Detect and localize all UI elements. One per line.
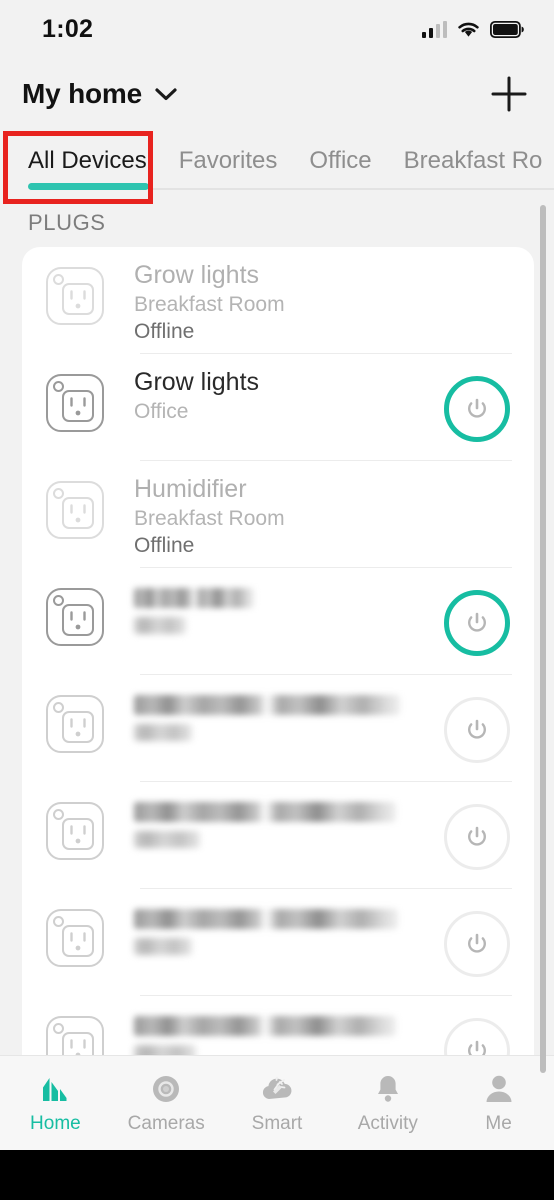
power-toggle-button[interactable] bbox=[444, 697, 510, 763]
device-room: Breakfast Room bbox=[134, 507, 285, 530]
power-toggle-button[interactable] bbox=[444, 911, 510, 977]
redacted-device-room bbox=[134, 938, 192, 955]
power-icon bbox=[468, 826, 486, 846]
nav-label: Cameras bbox=[127, 1113, 205, 1134]
device-status: Offline bbox=[134, 534, 195, 557]
power-toggle-button[interactable] bbox=[444, 804, 510, 870]
plug-icon bbox=[46, 588, 104, 646]
nav-item-activity[interactable]: Activity bbox=[332, 1071, 443, 1135]
bell-icon bbox=[377, 1076, 398, 1102]
home-selector-button[interactable]: My home bbox=[22, 78, 178, 110]
nav-label: Smart bbox=[251, 1113, 303, 1134]
device-info: Grow lights Office bbox=[134, 354, 444, 425]
device-row[interactable]: Humidifier Breakfast Room Offline bbox=[22, 461, 534, 568]
device-row[interactable] bbox=[22, 675, 534, 782]
device-status: Offline bbox=[134, 320, 195, 343]
device-info: Humidifier Breakfast Room Offline bbox=[134, 461, 444, 559]
device-name: Humidifier bbox=[134, 475, 247, 503]
bottom-navigation-bar: Home Cameras Smart Activity Me bbox=[0, 1055, 554, 1150]
plug-icon bbox=[46, 802, 104, 860]
power-icon bbox=[468, 398, 486, 418]
device-info: Grow lights Breakfast Room Offline bbox=[134, 247, 444, 345]
tab-label: Breakfast Ro bbox=[403, 147, 543, 174]
power-icon bbox=[468, 933, 486, 953]
nav-label: Activity bbox=[357, 1113, 418, 1134]
wifi-icon bbox=[458, 22, 479, 37]
device-info bbox=[134, 889, 444, 955]
nav-item-cameras[interactable]: Cameras bbox=[111, 1071, 222, 1135]
tab-favorites[interactable]: Favorites bbox=[163, 144, 294, 178]
redacted-device-room bbox=[134, 831, 200, 848]
device-info bbox=[134, 568, 444, 634]
redacted-device-name bbox=[134, 695, 400, 715]
device-row[interactable] bbox=[22, 568, 534, 675]
app-header: My home bbox=[0, 58, 554, 130]
device-room: Office bbox=[134, 400, 189, 423]
tab-all-devices[interactable]: All Devices bbox=[24, 144, 163, 190]
power-icon bbox=[468, 719, 486, 739]
tab-label: Favorites bbox=[178, 147, 278, 174]
nav-item-me[interactable]: Me bbox=[443, 1071, 554, 1135]
nav-label: Home bbox=[30, 1113, 81, 1134]
home-indicator-area bbox=[0, 1150, 554, 1200]
tab-active-underline bbox=[28, 183, 149, 190]
tab-label: All Devices bbox=[28, 147, 147, 174]
plug-icon bbox=[46, 481, 104, 539]
tab-breakfast-room[interactable]: Breakfast Ro bbox=[388, 144, 554, 178]
status-bar: 1:02 bbox=[0, 0, 554, 58]
device-info bbox=[134, 675, 444, 741]
power-icon bbox=[468, 612, 486, 632]
battery-full-icon bbox=[490, 20, 524, 38]
redacted-device-name bbox=[134, 802, 396, 822]
home-icon bbox=[43, 1078, 67, 1101]
section-header-plugs: PLUGS bbox=[28, 210, 106, 235]
redacted-device-name bbox=[134, 909, 398, 929]
smart-cloud-icon bbox=[262, 1076, 292, 1099]
plug-icon bbox=[46, 695, 104, 753]
power-toggle-button[interactable] bbox=[444, 590, 510, 656]
status-time: 1:02 bbox=[42, 14, 94, 43]
page-title: My home bbox=[22, 78, 142, 109]
device-row[interactable]: Grow lights Breakfast Room Offline bbox=[22, 247, 534, 354]
plug-icon bbox=[46, 267, 104, 325]
status-icons bbox=[421, 20, 525, 39]
redacted-device-room bbox=[134, 724, 192, 741]
chevron-down-icon bbox=[155, 87, 177, 100]
nav-item-home[interactable]: Home bbox=[0, 1071, 111, 1135]
plus-icon[interactable] bbox=[490, 75, 528, 113]
camera-icon bbox=[153, 1076, 180, 1102]
device-name: Grow lights bbox=[134, 261, 260, 289]
device-list: Grow lights Breakfast Room Offline Grow … bbox=[22, 247, 534, 1077]
device-row[interactable] bbox=[22, 782, 534, 889]
vertical-scrollbar[interactable] bbox=[540, 205, 546, 1073]
tab-office[interactable]: Office bbox=[293, 144, 387, 178]
redacted-device-room bbox=[134, 617, 186, 634]
device-name: Grow lights bbox=[134, 368, 260, 396]
plug-icon bbox=[46, 909, 104, 967]
person-icon bbox=[486, 1075, 512, 1102]
device-info bbox=[134, 782, 444, 848]
power-toggle-button[interactable] bbox=[444, 376, 510, 442]
device-row[interactable]: Grow lights Office bbox=[22, 354, 534, 461]
device-info bbox=[134, 996, 444, 1062]
nav-item-smart[interactable]: Smart bbox=[222, 1071, 333, 1135]
device-row[interactable] bbox=[22, 889, 534, 996]
redacted-device-name bbox=[134, 588, 254, 608]
app-screen: 1:02 My home All Devices Favorites Offic… bbox=[0, 0, 554, 1200]
cellular-signal-icon bbox=[421, 20, 447, 38]
device-room: Breakfast Room bbox=[134, 293, 285, 316]
tab-label: Office bbox=[309, 147, 372, 174]
tab-bar: All Devices Favorites Office Breakfast R… bbox=[0, 130, 554, 202]
plug-icon bbox=[46, 374, 104, 432]
redacted-device-name bbox=[134, 1016, 396, 1036]
nav-label: Me bbox=[485, 1113, 512, 1134]
